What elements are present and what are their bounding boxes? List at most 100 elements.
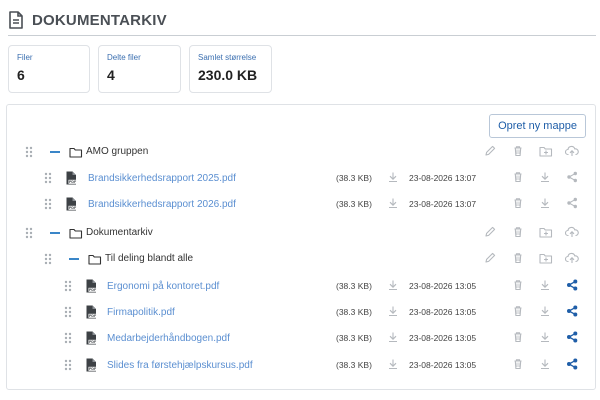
download-icon[interactable] <box>387 305 399 317</box>
download-icon[interactable] <box>387 279 399 291</box>
shared-icon[interactable] <box>566 331 578 343</box>
share-icon[interactable] <box>566 197 578 209</box>
file-link[interactable]: Ergonomi på kontoret.pdf <box>107 281 219 292</box>
edit-icon[interactable] <box>484 252 496 264</box>
download-icon[interactable] <box>539 305 551 317</box>
delete-icon[interactable] <box>512 226 524 238</box>
drag-handle-icon[interactable] <box>64 359 72 371</box>
file-date: 23-08-2026 13:05 <box>409 307 477 317</box>
delete-icon[interactable] <box>512 171 524 183</box>
share-icon[interactable] <box>566 171 578 183</box>
pdf-file-icon <box>65 171 77 185</box>
stat-total-size-label: Samlet størrelse <box>198 53 257 62</box>
pdf-file-icon <box>85 358 97 372</box>
download-icon[interactable] <box>539 197 551 209</box>
drag-handle-icon[interactable] <box>64 332 72 344</box>
file-date: 23-08-2026 13:07 <box>409 199 477 209</box>
download-icon[interactable] <box>387 171 399 183</box>
drag-handle-icon[interactable] <box>25 227 33 239</box>
file-link[interactable]: Slides fra førstehjælpskursus.pdf <box>107 360 253 371</box>
file-date: 23-08-2026 13:07 <box>409 173 477 183</box>
file-link[interactable]: Brandsikkerhedsrapport 2026.pdf <box>88 199 236 210</box>
file-row[interactable]: Slides fra førstehjælpskursus.pdf (38.3 … <box>0 355 600 375</box>
add-folder-icon[interactable] <box>539 226 553 238</box>
folder-row-dokumentarkiv[interactable]: Dokumentarkiv <box>0 223 600 243</box>
pdf-file-icon <box>65 197 77 211</box>
pdf-file-icon <box>85 279 97 293</box>
new-folder-button[interactable]: Opret ny mappe <box>489 114 586 138</box>
add-folder-icon[interactable] <box>539 145 553 157</box>
file-row[interactable]: Ergonomi på kontoret.pdf (38.3 KB) 23-08… <box>0 276 600 296</box>
file-date: 23-08-2026 13:05 <box>409 333 477 343</box>
file-row[interactable]: Medarbejderhåndbogen.pdf (38.3 KB) 23-08… <box>0 328 600 348</box>
shared-icon[interactable] <box>566 279 578 291</box>
stat-shared-files: Delte filer 4 <box>98 45 181 93</box>
stat-files: Filer 6 <box>8 45 90 93</box>
delete-icon[interactable] <box>512 358 524 370</box>
download-icon[interactable] <box>539 279 551 291</box>
upload-icon[interactable] <box>565 252 579 264</box>
download-icon[interactable] <box>387 331 399 343</box>
document-icon <box>9 11 23 29</box>
download-icon[interactable] <box>387 358 399 370</box>
drag-handle-icon[interactable] <box>44 253 52 265</box>
page-header: DOKUMENTARKIV <box>8 9 596 36</box>
edit-icon[interactable] <box>484 145 496 157</box>
upload-icon[interactable] <box>565 226 579 238</box>
folder-name[interactable]: Dokumentarkiv <box>86 227 153 238</box>
file-size: (38.3 KB) <box>336 333 372 343</box>
stat-files-label: Filer <box>17 53 33 62</box>
file-size: (38.3 KB) <box>336 281 372 291</box>
download-icon[interactable] <box>539 171 551 183</box>
collapse-icon[interactable] <box>50 151 60 153</box>
drag-handle-icon[interactable] <box>44 198 52 210</box>
collapse-icon[interactable] <box>50 232 60 234</box>
drag-handle-icon[interactable] <box>64 280 72 292</box>
download-icon[interactable] <box>539 331 551 343</box>
delete-icon[interactable] <box>512 305 524 317</box>
upload-icon[interactable] <box>565 145 579 157</box>
folder-row-amo[interactable]: AMO gruppen <box>0 142 600 162</box>
shared-icon[interactable] <box>566 358 578 370</box>
folder-icon <box>88 253 102 265</box>
stat-shared-files-label: Delte filer <box>107 53 141 62</box>
download-icon[interactable] <box>387 197 399 209</box>
folder-name[interactable]: Til deling blandt alle <box>105 253 193 264</box>
folder-icon <box>69 146 83 158</box>
stat-files-value: 6 <box>17 67 25 83</box>
pdf-file-icon <box>85 305 97 319</box>
stat-total-size: Samlet størrelse 230.0 KB <box>189 45 272 93</box>
drag-handle-icon[interactable] <box>64 306 72 318</box>
file-size: (38.3 KB) <box>336 307 372 317</box>
delete-icon[interactable] <box>512 331 524 343</box>
drag-handle-icon[interactable] <box>44 172 52 184</box>
stat-shared-files-value: 4 <box>107 67 115 83</box>
file-row[interactable]: Firmapolitik.pdf (38.3 KB) 23-08-2026 13… <box>0 302 600 322</box>
delete-icon[interactable] <box>512 197 524 209</box>
delete-icon[interactable] <box>512 252 524 264</box>
file-row[interactable]: Brandsikkerhedsrapport 2025.pdf (38.3 KB… <box>0 168 600 188</box>
collapse-icon[interactable] <box>69 258 79 260</box>
edit-icon[interactable] <box>484 226 496 238</box>
delete-icon[interactable] <box>512 279 524 291</box>
pdf-file-icon <box>85 331 97 345</box>
download-icon[interactable] <box>539 358 551 370</box>
folder-name[interactable]: AMO gruppen <box>86 146 148 157</box>
file-link[interactable]: Medarbejderhåndbogen.pdf <box>107 333 230 344</box>
folder-icon <box>69 227 83 239</box>
drag-handle-icon[interactable] <box>25 146 33 158</box>
shared-icon[interactable] <box>566 305 578 317</box>
folder-row-til-deling[interactable]: Til deling blandt alle <box>0 249 600 269</box>
delete-icon[interactable] <box>512 145 524 157</box>
file-date: 23-08-2026 13:05 <box>409 281 477 291</box>
file-link[interactable]: Brandsikkerhedsrapport 2025.pdf <box>88 173 236 184</box>
file-date: 23-08-2026 13:05 <box>409 360 477 370</box>
stat-total-size-value: 230.0 KB <box>198 67 258 83</box>
file-row[interactable]: Brandsikkerhedsrapport 2026.pdf (38.3 KB… <box>0 194 600 214</box>
file-size: (38.3 KB) <box>336 199 372 209</box>
file-size: (38.3 KB) <box>336 173 372 183</box>
file-size: (38.3 KB) <box>336 360 372 370</box>
file-link[interactable]: Firmapolitik.pdf <box>107 307 175 318</box>
add-folder-icon[interactable] <box>539 252 553 264</box>
stats-bar: Filer 6 Delte filer 4 Samlet størrelse 2… <box>8 45 280 93</box>
